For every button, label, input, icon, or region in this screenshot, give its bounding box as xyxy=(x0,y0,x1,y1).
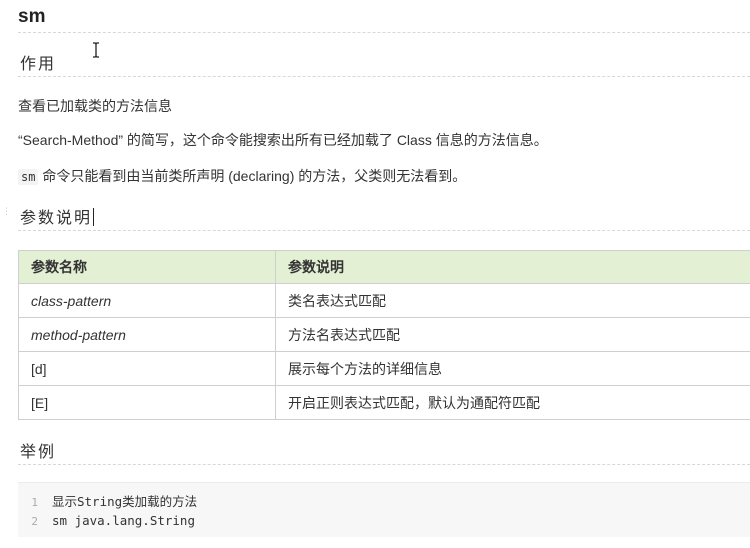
param-name-cell: [d] xyxy=(18,351,276,386)
table-header-row: 参数名称 参数说明 xyxy=(18,250,750,284)
code-line: 2 sm java.lang.String xyxy=(18,513,195,528)
code-text: 显示String类加载的方法 xyxy=(52,494,198,509)
section-heading-params-text: 参数说明 xyxy=(20,208,93,227)
table-row: class-pattern 类名表达式匹配 xyxy=(18,283,750,318)
divider xyxy=(18,230,750,231)
usage-line-1: 查看已加载类的方法信息 xyxy=(18,98,172,114)
table-row: method-pattern 方法名表达式匹配 xyxy=(18,317,750,352)
divider xyxy=(18,464,750,465)
section-heading-usage: 作用 xyxy=(20,54,57,73)
code-text: sm java.lang.String xyxy=(52,513,195,528)
param-desc-cell: 类名表达式匹配 xyxy=(275,283,750,318)
table-header-cell: 参数说明 xyxy=(275,250,750,284)
table-row: [d] 展示每个方法的详细信息 xyxy=(18,351,750,386)
usage-line-3: sm 命令只能看到由当前类所声明 (declaring) 的方法，父类则无法看到… xyxy=(18,166,466,186)
param-desc-cell: 展示每个方法的详细信息 xyxy=(275,351,750,386)
table-row: [E] 开启正则表达式匹配，默认为通配符匹配 xyxy=(18,385,750,420)
line-number: 1 xyxy=(31,496,38,509)
table-header-cell: 参数名称 xyxy=(18,250,276,284)
usage-line-3-text: 命令只能看到由当前类所声明 (declaring) 的方法，父类则无法看到。 xyxy=(38,168,467,184)
param-desc-cell: 方法名表达式匹配 xyxy=(275,317,750,352)
divider xyxy=(18,32,750,33)
section-heading-example: 举例 xyxy=(20,442,57,461)
param-desc-cell: 开启正则表达式匹配，默认为通配符匹配 xyxy=(275,385,750,420)
code-line: 1 显示String类加载的方法 xyxy=(18,491,197,510)
inline-code-sm: sm xyxy=(18,169,39,185)
line-number: 2 xyxy=(31,515,38,528)
params-table: 参数名称 参数说明 class-pattern 类名表达式匹配 method-p… xyxy=(18,250,750,420)
param-name-cell: [E] xyxy=(18,385,276,420)
param-name-cell: method-pattern xyxy=(18,317,276,352)
usage-line-2: “Search-Method” 的简写，这个命令能搜索出所有已经加载了 Clas… xyxy=(18,132,548,148)
code-block: 1 显示String类加载的方法 2 sm java.lang.String xyxy=(18,482,750,537)
section-heading-params[interactable]: 参数说明 xyxy=(20,204,95,228)
i-beam-cursor-icon xyxy=(93,42,99,58)
gutter-marker-icon: ⋮ xyxy=(2,206,11,216)
page-title: sm xyxy=(18,6,46,27)
divider xyxy=(18,76,750,77)
param-name-cell: class-pattern xyxy=(18,283,276,318)
text-caret xyxy=(93,208,95,226)
